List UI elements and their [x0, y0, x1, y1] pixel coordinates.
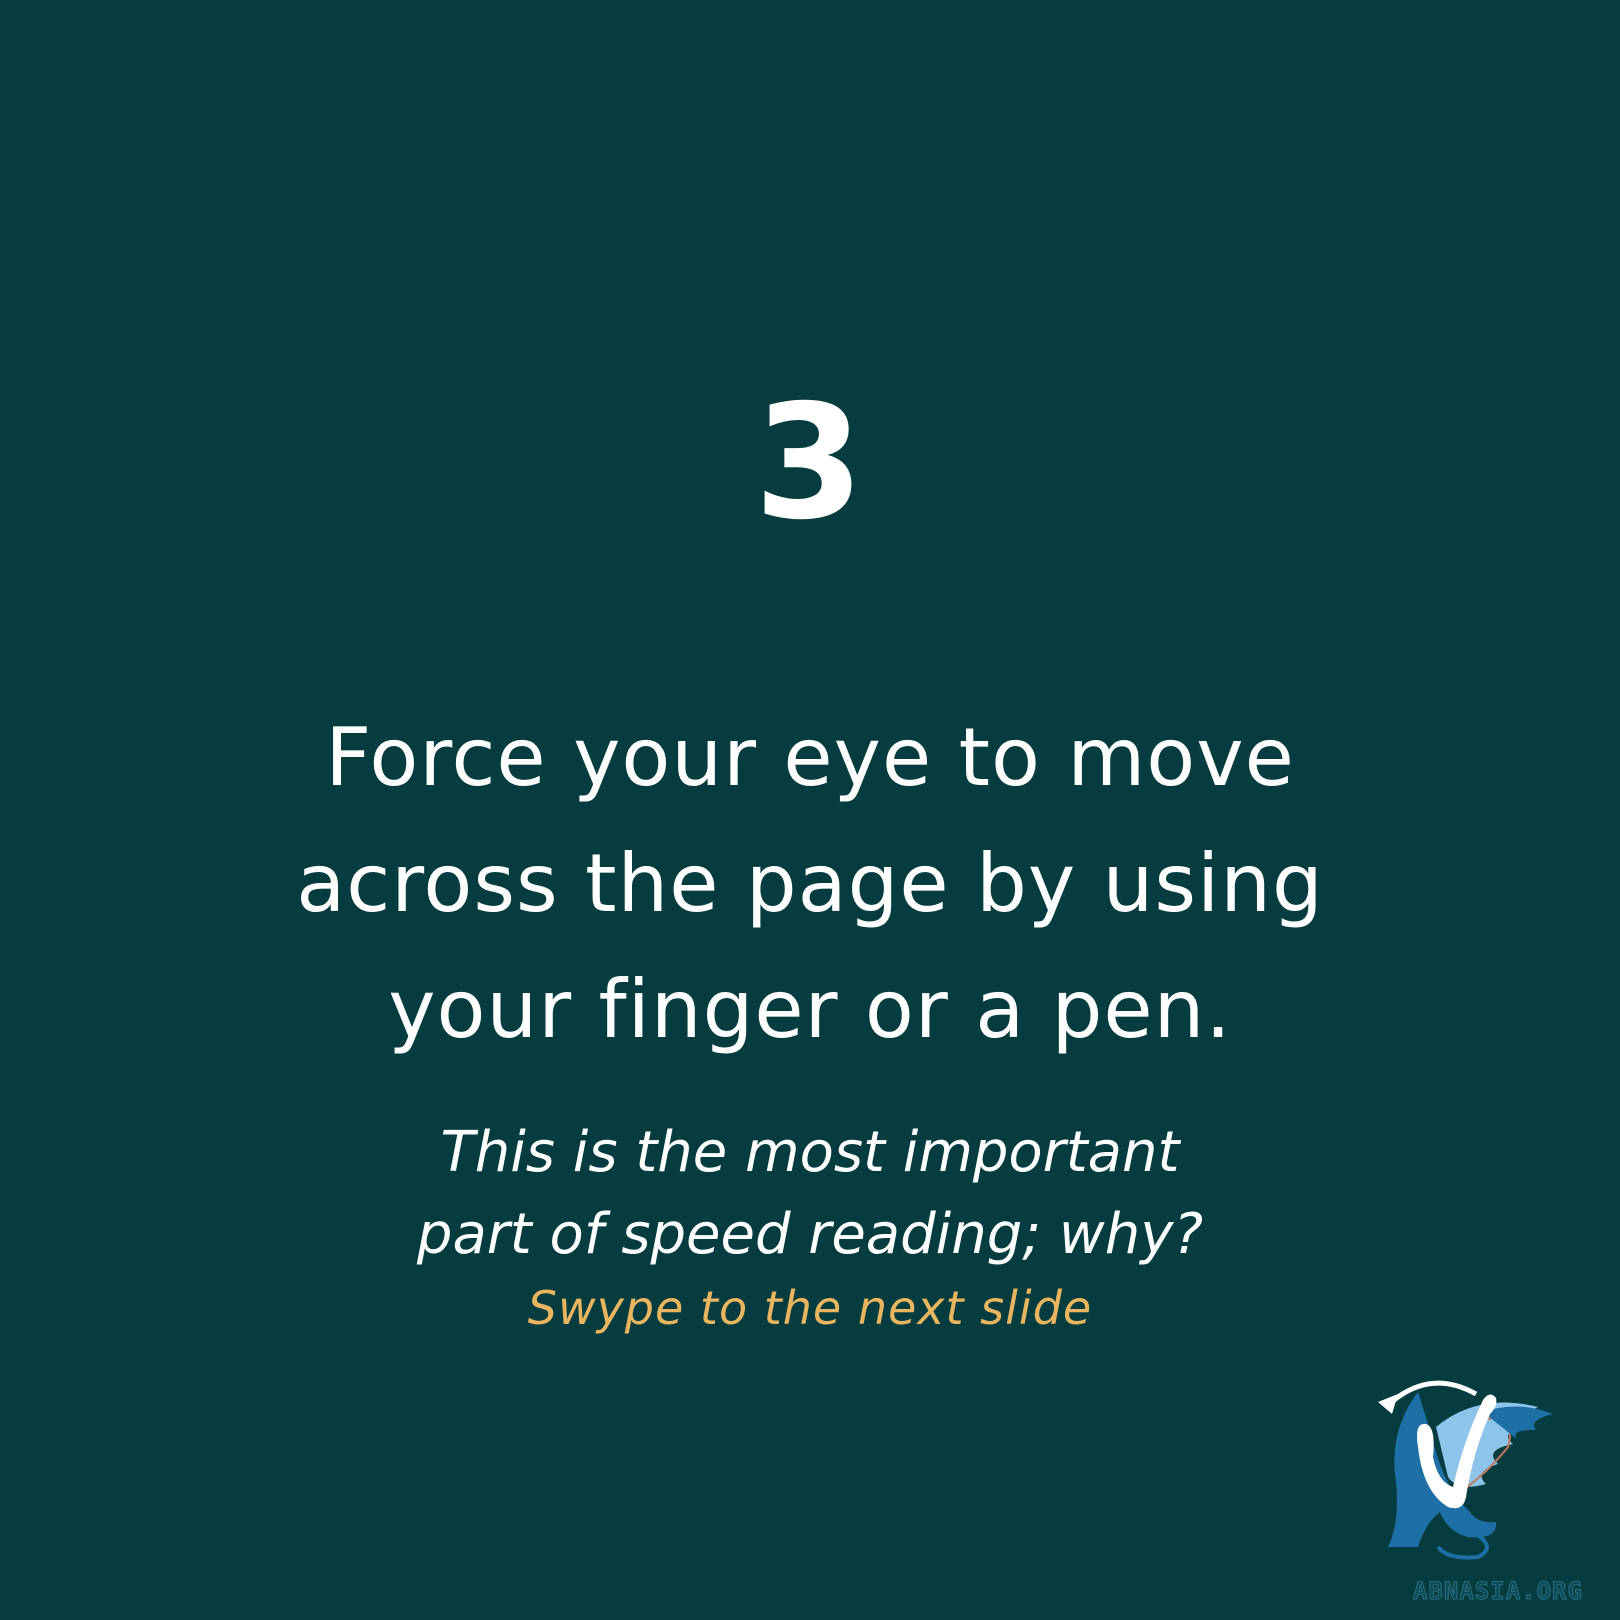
subtext: This is the most important part of speed…	[260, 1112, 1360, 1276]
headline-line: Force your eye to move	[325, 711, 1295, 804]
logo-text: ABNASIA.ORG	[1413, 1577, 1583, 1606]
headline-line: your finger or a pen.	[388, 963, 1232, 1056]
step-number: 3	[754, 371, 866, 555]
slide: 3 Force your eye to move across the page…	[0, 0, 1620, 1620]
subtext-line: part of speed reading; why?	[416, 1202, 1204, 1267]
griffin-checkmark-logo-icon	[1378, 1380, 1553, 1560]
headline-line: across the page by using	[296, 837, 1324, 930]
headline: Force your eye to move across the page b…	[210, 695, 1410, 1073]
subtext-line: This is the most important	[440, 1120, 1180, 1185]
swipe-call-to-action: Swype to the next slide	[527, 1281, 1093, 1335]
brand-logo: ABNASIA.ORG	[1378, 1372, 1618, 1612]
